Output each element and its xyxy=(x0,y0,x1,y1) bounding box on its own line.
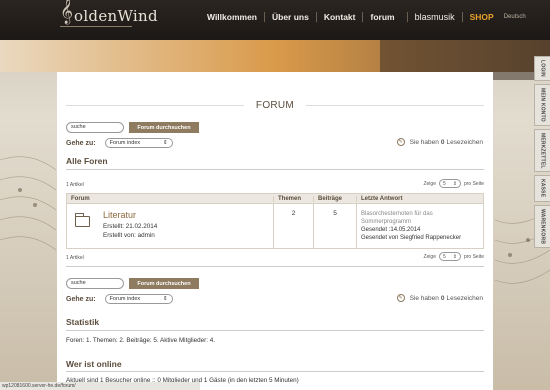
bookmark-icon: ✎ xyxy=(396,294,405,302)
browser-status-bar: wp12081600.server-he.de/forum/ xyxy=(0,382,200,390)
col-forum: Forum xyxy=(71,195,90,202)
main-content: FORUM suche Forum durchsuchen Gehe zu: F… xyxy=(57,72,493,390)
nav-willkommen[interactable]: Willkommen xyxy=(207,12,257,22)
folder-icon xyxy=(74,213,90,227)
forum-created-by: Erstellt von: admin xyxy=(103,232,155,239)
per-page-bottom: Zeige 5 ⇕ pro Seite xyxy=(423,252,484,261)
bookmark-icon: ✎ xyxy=(396,138,405,146)
search-input-bottom[interactable]: suche xyxy=(66,278,124,289)
divider xyxy=(66,371,484,372)
search-button[interactable]: Forum durchsuchen xyxy=(129,122,199,133)
last-reply-cell: Blasorchesternoten für das Sommerprogram… xyxy=(356,204,483,248)
nav-divider xyxy=(362,12,364,22)
search-bar-top: suche Forum durchsuchen xyxy=(66,122,199,133)
nav-divider xyxy=(264,12,265,22)
divider xyxy=(66,169,484,170)
article-count: 1 Artikel xyxy=(66,182,84,188)
last-reply-date: Gesendet :14.05.2014 xyxy=(361,227,421,233)
nav-blasmusik[interactable]: blasmusik xyxy=(415,12,455,22)
per-page-select-bottom[interactable]: 5 ⇕ xyxy=(438,252,461,261)
divider xyxy=(66,330,484,331)
per-page-top: Zeige 5 ⇕ pro Seite xyxy=(423,179,484,188)
nav-divider xyxy=(461,12,463,22)
nav-kontakt[interactable]: Kontakt xyxy=(324,12,356,22)
nav-divider xyxy=(315,12,317,22)
search-bar-bottom: suche Forum durchsuchen xyxy=(66,278,199,289)
tab-merkzettel[interactable]: MERKZETTEL xyxy=(534,128,550,173)
forum-table: Forum Themen Beiträge Letzte Antwort Lit… xyxy=(66,193,484,249)
jump-select[interactable]: Forum index ⇕ xyxy=(104,138,173,148)
jump-label-bottom: Gehe zu: xyxy=(66,295,96,303)
jump-select-value: Forum index xyxy=(109,140,141,146)
article-count-bottom: 1 Artikel xyxy=(66,255,84,261)
tab-login[interactable]: LOGIN xyxy=(534,56,550,81)
tab-mein-konto[interactable]: MEIN KONTO xyxy=(534,83,550,126)
side-tabs: LOGIN MEIN KONTO MERKZETTEL KASSE WARENK… xyxy=(534,56,550,251)
search-input[interactable]: suche xyxy=(66,122,124,133)
topics-count: 2 xyxy=(273,204,313,248)
all-forums-heading: Alle Foren xyxy=(66,156,108,166)
forum-created: Erstellt: 21.02.2014 xyxy=(103,223,158,230)
tab-kasse[interactable]: KASSE xyxy=(534,175,550,202)
col-themen: Themen xyxy=(273,195,313,202)
jump-to-top: Gehe zu: Forum index ⇕ xyxy=(66,138,173,148)
bookmarks-info-bottom[interactable]: ✎ Sie haben 0 Lesezeichen xyxy=(396,294,483,302)
per-page-select[interactable]: 5 ⇕ xyxy=(438,179,461,188)
online-heading: Wer ist online xyxy=(66,359,122,369)
jump-label: Gehe zu: xyxy=(66,139,96,147)
jump-select-bottom[interactable]: Forum index ⇕ xyxy=(104,294,173,304)
select-arrows-icon: ⇕ xyxy=(162,296,168,302)
table-row: Literatur Erstellt: 21.02.2014 Erstellt … xyxy=(67,204,483,248)
select-arrows-icon: ⇕ xyxy=(452,180,457,187)
select-arrows-icon: ⇕ xyxy=(162,140,168,146)
page-title-block: FORUM xyxy=(57,100,493,111)
jump-to-bottom: Gehe zu: Forum index ⇕ xyxy=(66,294,173,304)
bookmarks-info-top[interactable]: ✎ Sie haben 0 Lesezeichen xyxy=(396,138,483,146)
posts-count: 5 xyxy=(313,204,356,248)
treble-clef-icon: 𝄞 xyxy=(60,0,74,24)
nav-ueber-uns[interactable]: Über uns xyxy=(272,12,309,22)
forum-cell: Literatur Erstellt: 21.02.2014 Erstellt … xyxy=(67,204,273,248)
last-reply-link[interactable]: Blasorchesternoten für das Sommerprogram… xyxy=(361,210,465,226)
forum-link[interactable]: Literatur xyxy=(103,210,157,220)
statistics-text: Foren: 1. Themen: 2. Beiträge: 5. Aktive… xyxy=(66,337,215,344)
table-header: Forum Themen Beiträge Letzte Antwort xyxy=(67,194,483,204)
site-logo[interactable]: 𝄞 oldenWind xyxy=(60,0,158,27)
col-letzte-antwort: Letzte Antwort xyxy=(356,195,483,202)
last-reply-author: Gesendet von Siegfried Rappenecker xyxy=(361,235,462,241)
nav-shop[interactable]: SHOP xyxy=(470,12,494,22)
divider xyxy=(66,266,484,267)
nav-divider xyxy=(406,12,408,22)
logo-text: oldenWind xyxy=(74,7,158,25)
site-header: 𝄞 oldenWind Willkommen Über uns Kontakt … xyxy=(0,0,550,40)
select-arrows-icon: ⇕ xyxy=(452,253,457,260)
search-button-bottom[interactable]: Forum durchsuchen xyxy=(129,278,199,289)
statistics-heading: Statistik xyxy=(66,317,100,327)
main-nav: Willkommen Über uns Kontakt forum blasmu… xyxy=(207,11,526,23)
tab-warenkorb[interactable]: WARENKORB xyxy=(534,204,550,248)
language-switch[interactable]: Deutsch xyxy=(504,14,526,20)
col-beitraege: Beiträge xyxy=(313,195,356,202)
page-title: FORUM xyxy=(243,100,307,111)
nav-forum[interactable]: forum xyxy=(370,12,394,22)
